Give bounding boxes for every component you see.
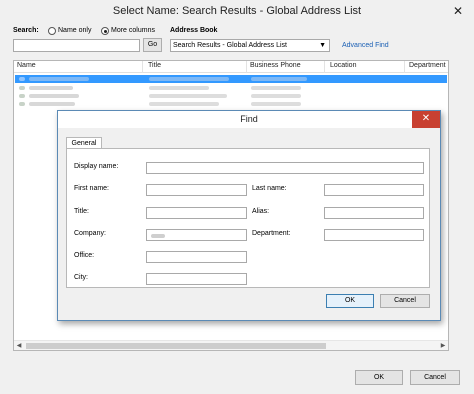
- search-input[interactable]: [13, 39, 140, 52]
- table-row[interactable]: [15, 75, 447, 83]
- name-only-label: Name only: [58, 27, 92, 34]
- general-panel: Display name: First name: Last name: Tit…: [66, 148, 430, 288]
- display-name-field[interactable]: [146, 162, 424, 174]
- column-department[interactable]: Department: [409, 62, 446, 69]
- more-columns-label: More columns: [111, 27, 155, 34]
- department-label: Department:: [252, 230, 291, 237]
- table-row[interactable]: [15, 92, 447, 100]
- ok-button[interactable]: OK: [355, 370, 403, 385]
- find-ok-button[interactable]: OK: [326, 294, 374, 308]
- scroll-right-icon[interactable]: ▶: [438, 341, 448, 351]
- display-name-label: Display name:: [74, 163, 119, 170]
- find-dialog: Find ✕ General Display name: First name:…: [57, 110, 441, 321]
- find-cancel-button[interactable]: Cancel: [380, 294, 430, 308]
- search-label: Search:: [13, 27, 39, 34]
- office-field[interactable]: [146, 251, 247, 263]
- company-value-redacted: [151, 234, 165, 238]
- go-button[interactable]: Go: [143, 38, 162, 52]
- column-location[interactable]: Location: [330, 62, 356, 69]
- find-dialog-title: Find: [58, 111, 440, 128]
- person-icon: [19, 86, 25, 90]
- column-business-phone[interactable]: Business Phone: [250, 62, 301, 69]
- window-close-icon[interactable]: ✕: [448, 2, 468, 20]
- department-field[interactable]: [324, 229, 424, 241]
- scroll-left-icon[interactable]: ◀: [14, 341, 24, 351]
- table-row[interactable]: [15, 100, 447, 108]
- row-phone: [251, 77, 307, 81]
- city-field[interactable]: [146, 273, 247, 285]
- first-name-field[interactable]: [146, 184, 247, 196]
- column-title[interactable]: Title: [148, 62, 161, 69]
- title-label: Title:: [74, 208, 89, 215]
- last-name-field[interactable]: [324, 184, 424, 196]
- row-title: [149, 86, 209, 90]
- find-close-icon[interactable]: ✕: [412, 111, 440, 128]
- chevron-down-icon: ▼: [319, 42, 326, 49]
- person-icon: [19, 102, 25, 106]
- address-book-selected: Search Results - Global Address List: [173, 42, 287, 49]
- person-icon: [19, 77, 25, 81]
- title-field[interactable]: [146, 207, 247, 219]
- row-phone: [251, 102, 301, 106]
- column-name[interactable]: Name: [17, 62, 36, 69]
- company-field[interactable]: [146, 229, 247, 241]
- alias-label: Alias:: [252, 208, 270, 215]
- row-title: [149, 77, 229, 81]
- list-header: Name Title Business Phone Location Depar…: [14, 61, 448, 73]
- person-icon: [19, 94, 25, 98]
- row-name: [29, 94, 79, 98]
- row-name: [29, 86, 73, 90]
- row-title: [149, 102, 219, 106]
- first-name-label: First name:: [74, 185, 110, 192]
- horizontal-scrollbar[interactable]: ◀ ▶: [14, 340, 448, 350]
- row-name: [29, 77, 89, 81]
- last-name-label: Last name:: [252, 185, 287, 192]
- window-title: Select Name: Search Results - Global Add…: [0, 0, 474, 22]
- row-name: [29, 102, 75, 106]
- row-title: [149, 94, 227, 98]
- table-row[interactable]: [15, 84, 447, 92]
- cancel-button[interactable]: Cancel: [410, 370, 460, 385]
- name-only-radio[interactable]: [48, 27, 56, 35]
- scrollbar-thumb[interactable]: [26, 343, 326, 349]
- city-label: City:: [74, 274, 88, 281]
- company-label: Company:: [74, 230, 106, 237]
- more-columns-radio[interactable]: [101, 27, 109, 35]
- row-phone: [251, 94, 301, 98]
- row-phone: [251, 86, 301, 90]
- address-book-select[interactable]: Search Results - Global Address List ▼: [170, 39, 330, 52]
- address-book-label: Address Book: [170, 27, 218, 34]
- advanced-find-link[interactable]: Advanced Find: [342, 42, 389, 49]
- office-label: Office:: [74, 252, 95, 259]
- alias-field[interactable]: [324, 207, 424, 219]
